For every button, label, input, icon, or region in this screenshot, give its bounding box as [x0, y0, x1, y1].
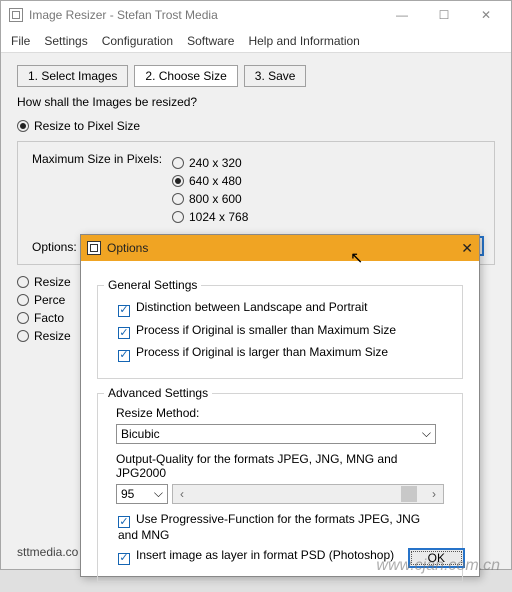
checkbox-icon: [118, 553, 130, 565]
window-title: Image Resizer - Stefan Trost Media: [29, 8, 218, 22]
quality-slider[interactable]: ‹ ›: [172, 484, 444, 504]
section-title: General Settings: [104, 278, 201, 292]
chk-larger[interactable]: Process if Original is larger than Maxim…: [118, 345, 442, 362]
radio-icon: [172, 193, 184, 205]
radio-icon: [17, 120, 29, 132]
checkbox-icon: [118, 350, 130, 362]
chk-smaller[interactable]: Process if Original is smaller than Maxi…: [118, 323, 442, 340]
menu-file[interactable]: File: [11, 34, 30, 48]
general-settings-section: General Settings Distinction between Lan…: [97, 285, 463, 379]
section-title: Advanced Settings: [104, 386, 212, 400]
minimize-button[interactable]: —: [381, 4, 423, 26]
tab-choose-size[interactable]: 2. Choose Size: [134, 65, 237, 87]
app-icon: [9, 8, 23, 22]
close-button[interactable]: ✕: [465, 4, 507, 26]
size-240x320[interactable]: 240 x 320: [172, 156, 480, 170]
chevron-down-icon: ⌵: [154, 486, 163, 501]
options-label: Options:: [32, 240, 77, 254]
quality-row: 95 ⌵ ‹ ›: [116, 484, 444, 504]
dialog-icon: [87, 241, 101, 255]
dialog-body: General Settings Distinction between Lan…: [81, 261, 479, 592]
radio-icon: [172, 157, 184, 169]
size-1024x768[interactable]: 1024 x 768: [172, 210, 480, 224]
dialog-close-button[interactable]: ✕: [461, 240, 473, 257]
menu-software[interactable]: Software: [187, 34, 234, 48]
max-size-label: Maximum Size in Pixels:: [32, 152, 162, 166]
footer-link[interactable]: sttmedia.co: [17, 545, 78, 559]
chk-progressive[interactable]: Use Progressive-Function for the formats…: [118, 512, 442, 543]
radio-icon: [17, 312, 29, 324]
radio-icon: [172, 175, 184, 187]
checkbox-icon: [118, 516, 130, 528]
radio-icon: [17, 330, 29, 342]
options-dialog: Options ✕ General Settings Distinction b…: [80, 234, 480, 577]
quality-select[interactable]: 95 ⌵: [116, 484, 168, 504]
size-800x600[interactable]: 800 x 600: [172, 192, 480, 206]
menu-help[interactable]: Help and Information: [248, 34, 359, 48]
select-value: 95: [121, 487, 134, 501]
window-controls: — ☐ ✕: [381, 4, 507, 26]
dialog-titlebar[interactable]: Options ✕: [81, 235, 479, 261]
slider-right-button[interactable]: ›: [425, 485, 443, 503]
tab-save[interactable]: 3. Save: [244, 65, 307, 87]
select-value: Bicubic: [121, 427, 160, 441]
quality-label: Output-Quality for the formats JPEG, JNG…: [116, 452, 444, 480]
size-640x480[interactable]: 640 x 480: [172, 174, 480, 188]
menubar: File Settings Configuration Software Hel…: [1, 29, 511, 53]
radio-label: Resize to Pixel Size: [34, 119, 140, 133]
slider-thumb[interactable]: [401, 486, 417, 502]
watermark: www.cjan.com.cn: [376, 557, 500, 575]
main-titlebar: Image Resizer - Stefan Trost Media — ☐ ✕: [1, 1, 511, 29]
radio-pixel-size[interactable]: Resize to Pixel Size: [17, 119, 495, 133]
maximize-button[interactable]: ☐: [423, 4, 465, 26]
resize-method-select[interactable]: Bicubic ⌵: [116, 424, 436, 444]
prompt-text: How shall the Images be resized?: [17, 95, 495, 109]
radio-icon: [172, 211, 184, 223]
chevron-down-icon: ⌵: [422, 426, 431, 441]
chk-distinction[interactable]: Distinction between Landscape and Portra…: [118, 300, 442, 317]
wizard-tabs: 1. Select Images 2. Choose Size 3. Save: [17, 65, 495, 87]
dialog-title: Options: [107, 241, 148, 255]
menu-configuration[interactable]: Configuration: [102, 34, 173, 48]
tab-select-images[interactable]: 1. Select Images: [17, 65, 128, 87]
resize-method-label: Resize Method:: [116, 406, 444, 420]
radio-icon: [17, 294, 29, 306]
checkbox-icon: [118, 305, 130, 317]
menu-settings[interactable]: Settings: [44, 34, 87, 48]
slider-left-button[interactable]: ‹: [173, 485, 191, 503]
radio-icon: [17, 276, 29, 288]
checkbox-icon: [118, 327, 130, 339]
